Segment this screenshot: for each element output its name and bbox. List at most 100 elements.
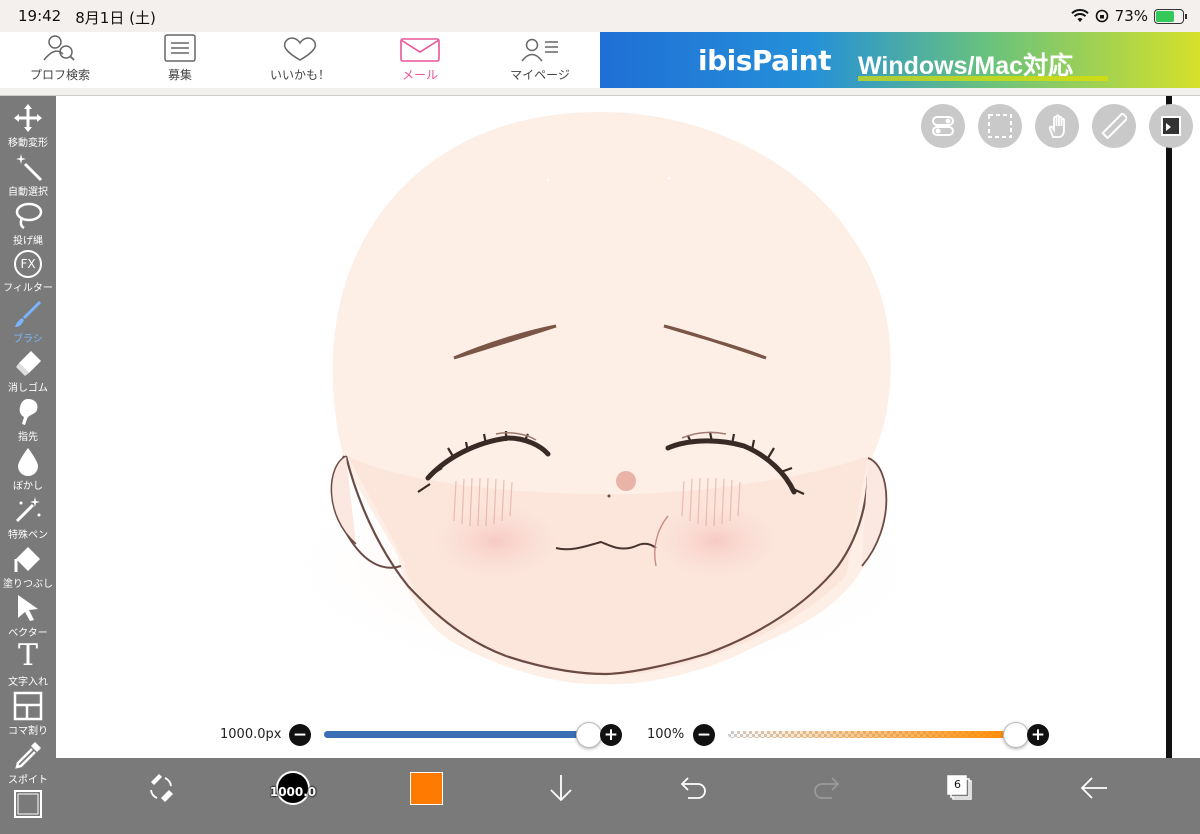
finger-icon (19, 399, 38, 425)
ad-nav: プロフ検索 募集 いいかも！ メール マイページ (0, 32, 600, 88)
down-arrow-button[interactable] (541, 758, 581, 818)
tool-lasso[interactable]: 投げ縄 (0, 198, 56, 247)
tool-magic-wand[interactable]: 自動選択 (0, 149, 56, 198)
fill-icon (14, 547, 40, 572)
ruler-button[interactable] (1092, 104, 1136, 148)
vector-icon (18, 595, 38, 621)
size-plus-button[interactable]: + (600, 724, 622, 746)
nav-like[interactable]: いいかも！ (240, 32, 360, 88)
tool-eraser[interactable]: 消しゴム (0, 345, 56, 394)
nav-label: メール (401, 68, 438, 82)
tool-switch-icon (150, 774, 173, 802)
text-icon: T (17, 638, 38, 673)
ad-underline (858, 76, 1108, 81)
opacity-plus-button[interactable]: + (1027, 724, 1049, 746)
color-button[interactable] (406, 758, 446, 818)
magic-wand-icon (16, 154, 43, 182)
down-arrow-icon (550, 775, 572, 802)
tool-fill[interactable]: 塗りつぶし (0, 541, 56, 590)
selection-button[interactable] (978, 104, 1022, 148)
opacity-slider-knob[interactable] (1003, 722, 1029, 748)
nav-label: マイページ (510, 68, 570, 82)
size-minus-button[interactable]: − (289, 724, 311, 746)
drawing-canvas[interactable] (56, 96, 1165, 758)
rotation-lock-icon (1095, 9, 1108, 23)
eyedropper-icon (15, 742, 41, 769)
tool-label: 投げ縄 (13, 236, 43, 247)
tool-label: フィルター (3, 283, 53, 294)
fx-icon: FX (14, 250, 42, 278)
status-bar: 19:42 8月1日 (土) 73% (0, 0, 1200, 32)
layers-button[interactable]: 6 (940, 758, 980, 818)
nav-recruit[interactable]: 募集 (120, 32, 240, 88)
tool-label: 指先 (18, 432, 38, 443)
nav-mypage[interactable]: マイページ (480, 32, 600, 88)
redo-button[interactable] (806, 758, 846, 818)
toggle-button[interactable] (921, 104, 965, 148)
tool-brush[interactable]: ブラシ (0, 296, 56, 345)
back-button[interactable] (1074, 758, 1114, 818)
move-icon (14, 104, 42, 132)
wifi-icon (1070, 9, 1089, 22)
tool-switch-button[interactable] (136, 758, 186, 818)
opacity-track[interactable] (728, 731, 1016, 738)
hand-icon (1048, 114, 1065, 138)
battery-percent: 73% (1114, 7, 1148, 25)
tool-finger[interactable]: 指先 (0, 394, 56, 443)
tool-label: 自動選択 (8, 187, 48, 198)
undo-button[interactable] (674, 758, 714, 818)
frame-divider-icon (13, 691, 43, 721)
heart-icon (283, 37, 317, 61)
nav-mail[interactable]: メール (360, 32, 480, 88)
tool-move[interactable]: 移動変形 (0, 100, 56, 149)
tool-blur[interactable]: ぼかし (0, 443, 56, 492)
size-track[interactable] (324, 731, 592, 738)
opacity-track-fill (728, 731, 1016, 738)
tool-label: ぼかし (13, 481, 43, 492)
nav-label: 募集 (167, 68, 192, 82)
status-time: 19:42 (18, 7, 62, 25)
brush-size-button[interactable]: 1000.0 (258, 758, 328, 818)
selection-icon (988, 114, 1012, 138)
nav-label: プロフ検索 (29, 68, 90, 82)
eraser-icon (16, 351, 41, 376)
tool-label: 特殊ペン (8, 530, 48, 541)
brush-icon (15, 301, 41, 327)
layer-count: 6 (954, 778, 961, 791)
canvas-edge-line (1166, 96, 1172, 758)
face-drawing (264, 111, 944, 686)
tool-canvas[interactable] (0, 786, 56, 834)
ruler-icon (1101, 113, 1127, 139)
tool-filter[interactable]: FX フィルター (0, 247, 56, 296)
left-toolbar: 移動変形 自動選択 投げ縄 FX フィルター ブラシ 消しゴム 指先 ぼかし 特… (0, 96, 56, 834)
size-track-fill (324, 731, 590, 738)
tool-eyedropper[interactable]: スポイト (0, 737, 56, 786)
tool-label: ベクター (8, 628, 48, 639)
layer-view-button[interactable] (1149, 104, 1193, 148)
battery-icon (1154, 8, 1187, 24)
color-swatch (409, 771, 443, 805)
hand-button[interactable] (1035, 104, 1079, 148)
bottom-toolbar: 1000.0 6 (56, 758, 1200, 834)
tool-text[interactable]: T 文字入れ (0, 638, 56, 689)
layer-view-icon (1161, 116, 1181, 136)
tool-label: 移動変形 (8, 138, 48, 149)
list-icon (164, 34, 196, 62)
tool-label: 消しゴム (8, 383, 48, 394)
ibispaint-app: 19:42 8月1日 (土) 73% プロフ検索 募集 いいかも！ メール マイ… (0, 0, 1200, 834)
back-arrow-icon (1080, 777, 1107, 799)
tool-vector[interactable]: ベクター (0, 590, 56, 639)
canvas-icon (14, 790, 42, 818)
toggle-icon (932, 116, 954, 136)
ad-banner[interactable]: ibisPaint Windows/Mac対応 (600, 32, 1200, 88)
profile-search-icon (43, 35, 75, 61)
tool-frame-divider[interactable]: コマ割り (0, 688, 56, 737)
brush-size-label: 1000.0 (269, 785, 317, 799)
nav-profile-search[interactable]: プロフ検索 (0, 32, 120, 88)
opacity-minus-button[interactable]: − (693, 724, 715, 746)
tool-label: スポイト (8, 775, 48, 786)
tool-special-pen[interactable]: 特殊ペン (0, 492, 56, 541)
nav-label: いいかも！ (269, 68, 330, 82)
battery-fill (1156, 10, 1174, 22)
lasso-icon (15, 202, 43, 230)
